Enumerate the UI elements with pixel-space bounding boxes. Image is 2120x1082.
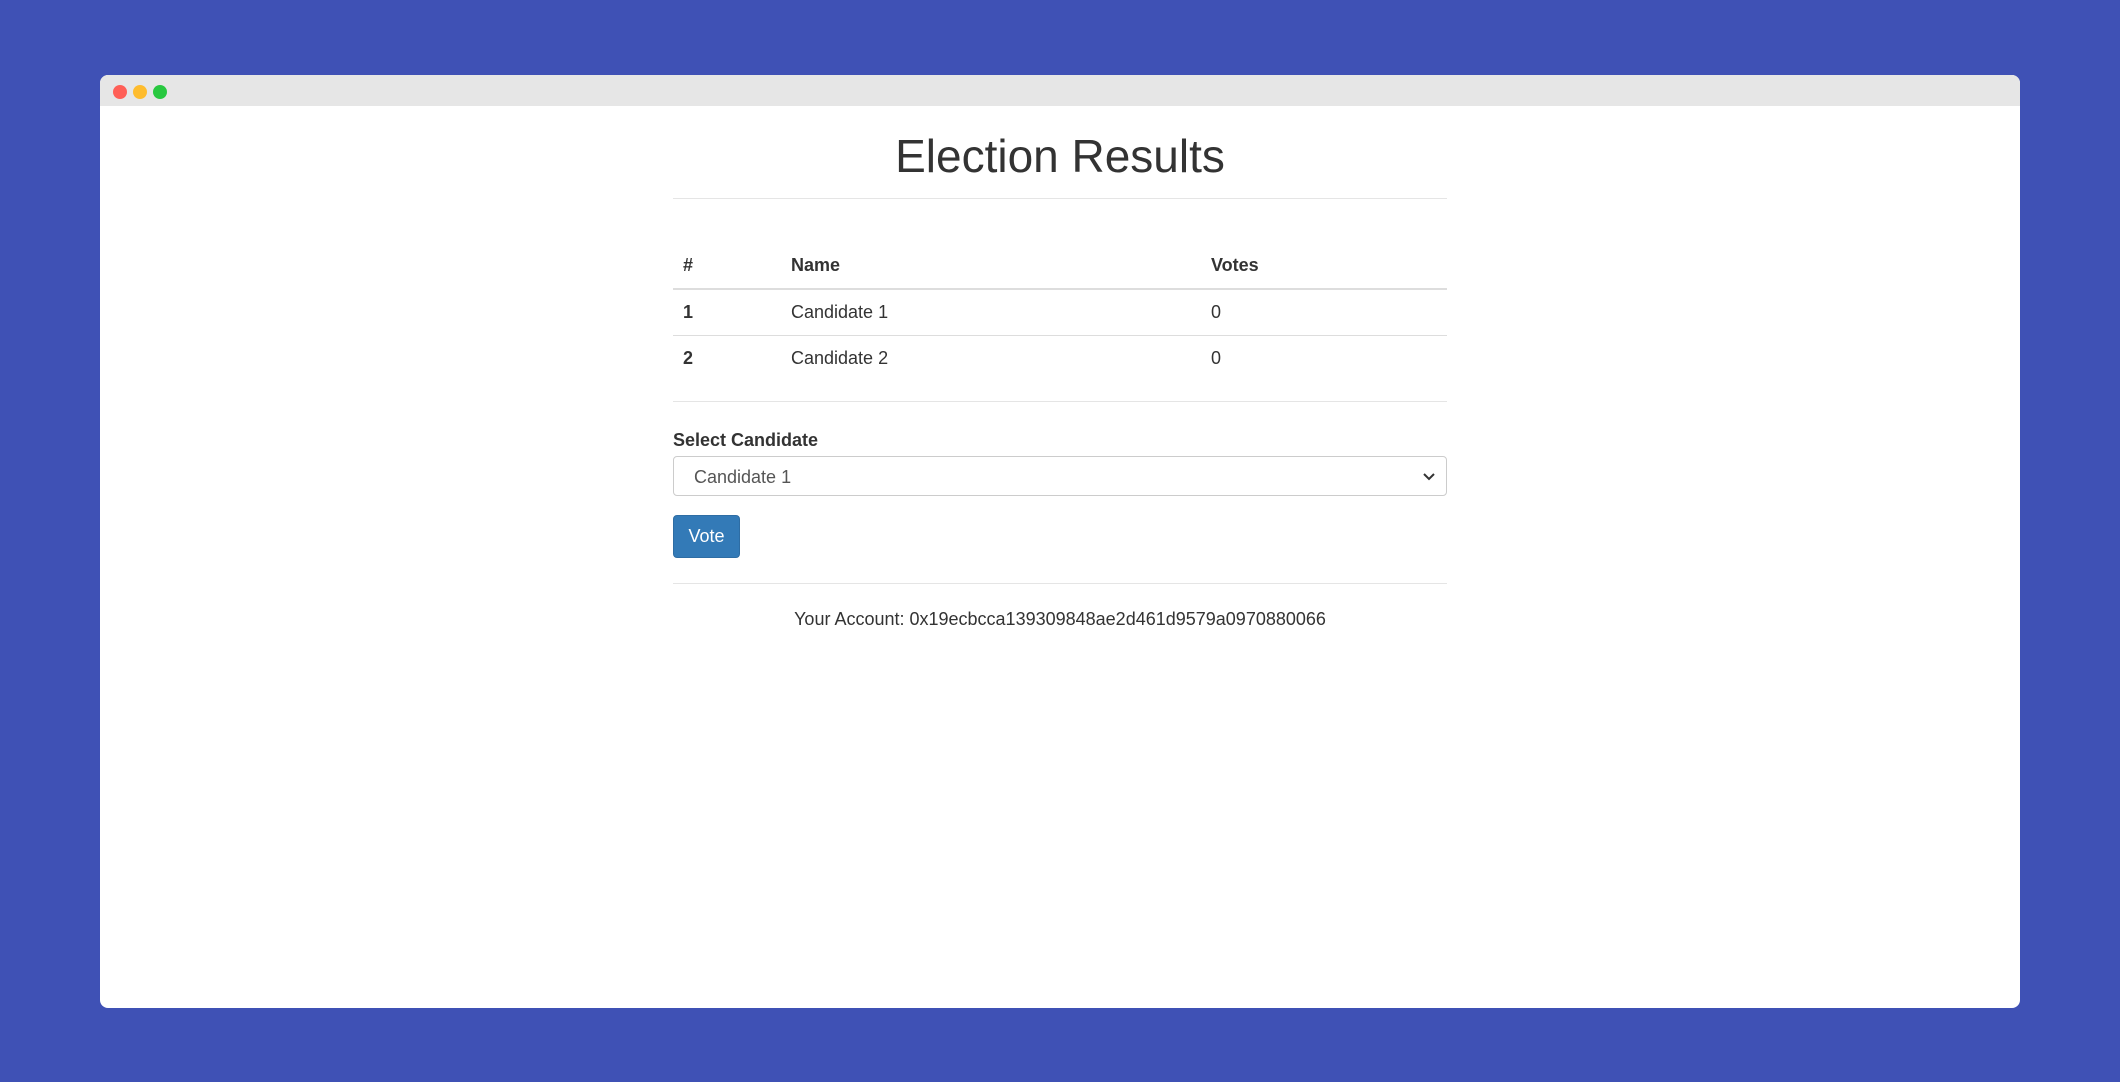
column-header-number: # <box>673 242 781 290</box>
candidate-select-value: Candidate 1 <box>694 467 792 487</box>
browser-window: Election Results # Name Votes 1 Candidat… <box>100 75 2020 1008</box>
select-candidate-label: Select Candidate <box>673 430 819 450</box>
title-divider <box>673 198 1447 199</box>
candidate-name: Candidate 1 <box>781 289 1201 336</box>
page-title: Election Results <box>895 130 1225 182</box>
table-row: 2 Candidate 2 0 <box>673 336 1447 382</box>
candidate-votes: 0 <box>1201 289 1447 336</box>
candidate-votes: 0 <box>1211 348 1222 368</box>
account-address: Your Account: 0x19ecbcca139309848ae2d461… <box>794 609 1326 629</box>
results-table: # Name Votes 1 Candidate 1 0 2 Candidate… <box>673 242 1447 381</box>
close-window-icon[interactable] <box>113 85 127 99</box>
table-row: 1 Candidate 1 0 <box>673 289 1447 336</box>
maximize-window-icon[interactable] <box>153 85 167 99</box>
candidate-name: Candidate 2 <box>791 348 889 368</box>
main-content: Election Results # Name Votes 1 Candidat… <box>673 106 1447 630</box>
column-header-votes: Votes <box>1201 242 1447 290</box>
column-header-name: Name <box>781 242 1201 290</box>
candidate-number: 2 <box>683 348 694 368</box>
candidate-number: 1 <box>673 289 781 336</box>
chevron-down-icon <box>1423 473 1435 481</box>
form-divider <box>673 583 1447 584</box>
vote-button[interactable]: Vote <box>673 515 740 558</box>
table-divider <box>673 401 1447 402</box>
window-titlebar <box>100 75 2020 106</box>
table-header-row: # Name Votes <box>673 242 1447 290</box>
minimize-window-icon[interactable] <box>133 85 147 99</box>
candidate-select[interactable]: Candidate 1 <box>673 456 1447 496</box>
